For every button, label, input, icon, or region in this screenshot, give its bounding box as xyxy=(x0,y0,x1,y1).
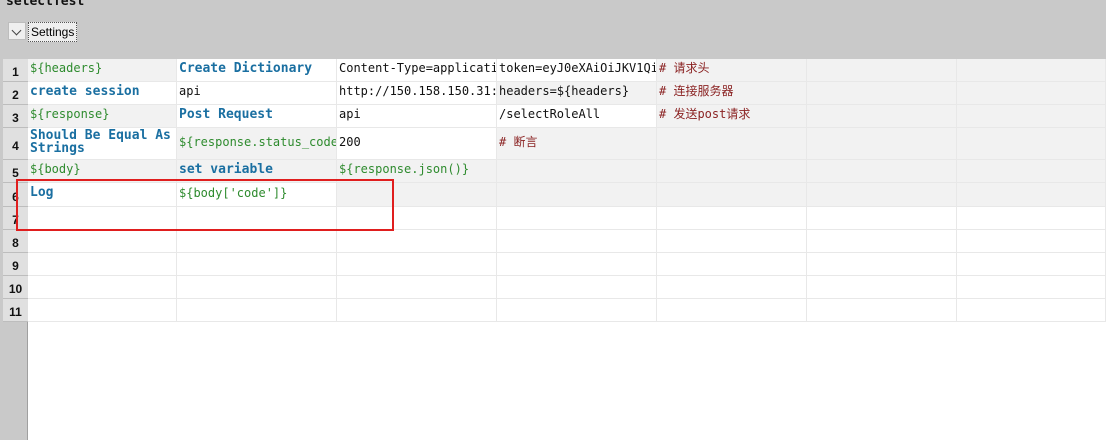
grid-cell[interactable] xyxy=(177,276,337,299)
grid-cell[interactable]: ${response.status_code} xyxy=(177,128,337,160)
grid-cell[interactable] xyxy=(337,207,497,230)
grid-cell[interactable] xyxy=(337,230,497,253)
grid-cell[interactable] xyxy=(807,183,957,207)
row-number[interactable]: 5 xyxy=(3,160,28,183)
grid-cell[interactable] xyxy=(957,299,1106,322)
window-title-bar: selectTest xyxy=(0,0,1106,18)
grid-cell[interactable] xyxy=(497,230,657,253)
grid-cell[interactable] xyxy=(957,276,1106,299)
grid-cell[interactable] xyxy=(497,160,657,183)
grid-cell[interactable] xyxy=(497,253,657,276)
row-number[interactable]: 7 xyxy=(3,207,28,230)
grid-cell[interactable] xyxy=(957,183,1106,207)
grid-cell[interactable] xyxy=(337,253,497,276)
grid-cell[interactable] xyxy=(177,207,337,230)
grid-cell[interactable]: ${headers} xyxy=(28,59,177,82)
grid-cell[interactable] xyxy=(807,160,957,183)
grid-cell[interactable]: # 断言 xyxy=(497,128,657,160)
grid-cell[interactable] xyxy=(657,276,807,299)
grid-cell[interactable] xyxy=(957,160,1106,183)
grid-cell[interactable] xyxy=(807,128,957,160)
row-number[interactable]: 11 xyxy=(3,299,28,322)
grid-cell[interactable]: set variable xyxy=(177,160,337,183)
grid-cell[interactable]: api xyxy=(177,82,337,105)
grid-cell[interactable]: Post Request xyxy=(177,105,337,128)
grid-cell[interactable] xyxy=(807,276,957,299)
grid-cell[interactable] xyxy=(657,253,807,276)
window-title: selectTest xyxy=(6,0,85,9)
grid-cell[interactable] xyxy=(497,183,657,207)
row-number[interactable]: 1 xyxy=(3,59,28,82)
grid-cell[interactable] xyxy=(177,253,337,276)
settings-button[interactable]: Settings xyxy=(28,22,78,42)
grid-cell[interactable]: api xyxy=(337,105,497,128)
grid-cell[interactable] xyxy=(807,59,957,82)
grid-cell[interactable] xyxy=(657,299,807,322)
grid-cell[interactable]: Content-Type=applicatio xyxy=(337,59,497,82)
grid-cell[interactable] xyxy=(957,59,1106,82)
grid-cell[interactable] xyxy=(807,230,957,253)
grid-cell[interactable]: ${body} xyxy=(28,160,177,183)
grid-cell[interactable] xyxy=(957,207,1106,230)
grid-cell[interactable]: Create Dictionary xyxy=(177,59,337,82)
grid-cell[interactable] xyxy=(657,128,807,160)
grid-cell[interactable] xyxy=(28,276,177,299)
grid-cell[interactable]: # 请求头 xyxy=(657,59,807,82)
grid-cell[interactable] xyxy=(28,299,177,322)
grid-cell[interactable]: ${response.json()} xyxy=(337,160,497,183)
grid-cell[interactable] xyxy=(807,253,957,276)
grid-cell[interactable] xyxy=(337,183,497,207)
row-number[interactable]: 6 xyxy=(3,183,28,207)
grid-cell[interactable] xyxy=(957,82,1106,105)
grid-cell[interactable] xyxy=(957,253,1106,276)
grid-cell[interactable] xyxy=(177,230,337,253)
grid-cell[interactable]: 200 xyxy=(337,128,497,160)
grid-cell[interactable]: create session xyxy=(28,82,177,105)
grid-cell[interactable]: Should Be Equal As Strings xyxy=(28,128,177,160)
grid-cell[interactable]: /selectRoleAll xyxy=(497,105,657,128)
grid-cell[interactable] xyxy=(657,183,807,207)
grid-cell[interactable] xyxy=(337,276,497,299)
grid-cell[interactable] xyxy=(28,207,177,230)
grid-cell[interactable] xyxy=(177,299,337,322)
grid-cell[interactable] xyxy=(497,276,657,299)
grid-cell[interactable] xyxy=(28,253,177,276)
grid-cell[interactable]: # 连接服务器 xyxy=(657,82,807,105)
grid-cell[interactable] xyxy=(657,160,807,183)
grid-cell[interactable] xyxy=(28,230,177,253)
grid-cell[interactable] xyxy=(957,128,1106,160)
grid-cell[interactable] xyxy=(807,207,957,230)
row-number[interactable]: 2 xyxy=(3,82,28,105)
grid-cell[interactable]: http://150.158.150.31:9 xyxy=(337,82,497,105)
grid-cell[interactable]: token=eyJ0eXAiOiJKV1QiL xyxy=(497,59,657,82)
test-case-grid: 1 ${headers} Create Dictionary Content-Type… xyxy=(0,59,1106,440)
grid-cell[interactable] xyxy=(807,82,957,105)
chevron-down-icon[interactable] xyxy=(8,22,26,40)
grid-cell[interactable] xyxy=(807,105,957,128)
grid-cell[interactable]: ${body['code']} xyxy=(177,183,337,207)
grid-cell[interactable] xyxy=(337,299,497,322)
row-number[interactable]: 8 xyxy=(3,230,28,253)
grid-cell[interactable] xyxy=(497,207,657,230)
grid-cell[interactable]: ${response} xyxy=(28,105,177,128)
grid-cell[interactable]: headers=${headers} xyxy=(497,82,657,105)
row-number[interactable]: 9 xyxy=(3,253,28,276)
row-number[interactable]: 4 xyxy=(3,128,28,160)
row-number[interactable]: 10 xyxy=(3,276,28,299)
row-number[interactable]: 3 xyxy=(3,105,28,128)
grid-cell[interactable] xyxy=(957,230,1106,253)
grid-cell[interactable] xyxy=(497,299,657,322)
grid-cell[interactable]: # 发送post请求 xyxy=(657,105,807,128)
grid-cell[interactable] xyxy=(657,207,807,230)
grid-cell[interactable]: Log xyxy=(28,183,177,207)
grid-cell[interactable] xyxy=(657,230,807,253)
grid-cell[interactable] xyxy=(957,105,1106,128)
grid-cell[interactable] xyxy=(807,299,957,322)
